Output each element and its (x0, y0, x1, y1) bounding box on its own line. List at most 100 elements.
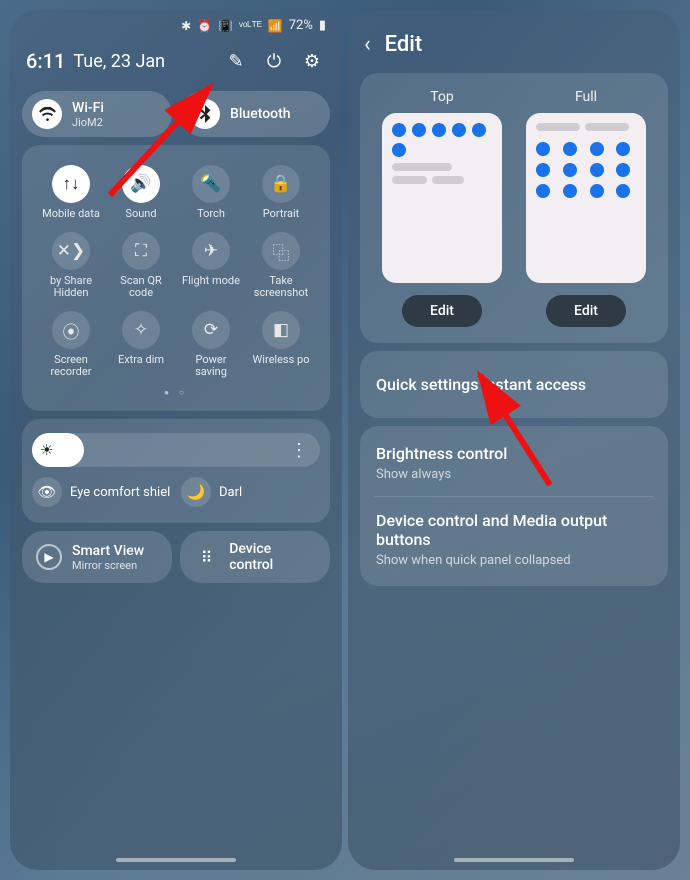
clock-date: Tue, 23 Jan (73, 51, 165, 72)
tile-label: Power saving (180, 354, 242, 378)
tile-mobile-data[interactable]: ↑↓ Mobile data (36, 161, 106, 224)
signal-icon: 📶 (268, 19, 283, 33)
extra-dim-icon: ✧ (122, 311, 160, 349)
wifi-pill[interactable]: Wi-Fi JioM2 (22, 91, 172, 137)
tile-label: Extra dim (118, 354, 164, 366)
status-bar: ✱ ⏰ 📳 ᵛᵒᴸᵀᴱ 📶 72% ▮ (10, 10, 342, 41)
device-control-title: Device control (229, 541, 316, 573)
alarm-icon: ⏰ (197, 19, 212, 33)
mobile-data-icon: ↑↓ (52, 165, 90, 203)
battery-text: 72% (289, 18, 313, 33)
dark-label: Darl (219, 485, 242, 500)
edit-icon[interactable]: ✎ (222, 47, 250, 75)
brightness-more-icon[interactable]: ⋮ (290, 440, 308, 461)
nav-bar[interactable] (454, 858, 574, 862)
tile-wireless-power[interactable]: ◧ Wireless po (246, 307, 316, 382)
tile-label: by ShareHidden (50, 275, 92, 299)
settings-icon[interactable]: ⚙ (298, 47, 326, 75)
wifi-title: Wi-Fi (72, 100, 104, 116)
edit-top-button[interactable]: Edit (402, 295, 482, 327)
smart-view-icon: ▶ (36, 544, 62, 570)
brightness-control-row[interactable]: Brightness control Show always (370, 430, 658, 496)
smart-view-button[interactable]: ▶ Smart View Mirror screen (22, 531, 172, 583)
brightness-icon: ☀︎ (40, 441, 53, 459)
qia-title: Quick settings instant access (376, 375, 652, 394)
scan-qr-icon: ⛶ (122, 232, 160, 270)
vibrate-icon: 📳 (218, 19, 233, 33)
bt-icon: ✱ (181, 19, 191, 33)
brightness-slider[interactable]: ☀︎ ⋮ (32, 433, 320, 467)
brightness-title: Brightness control (376, 444, 652, 463)
tile-portrait[interactable]: 🔒 Portrait (246, 161, 316, 224)
tile-label: Take screenshot (250, 275, 312, 299)
preview-top-column: Top Edit (382, 89, 502, 327)
tile-screen-recorder[interactable]: ⦿ Screen recorder (36, 307, 106, 382)
brightness-device-card: Brightness control Show always Device co… (360, 426, 668, 586)
tile-screenshot[interactable]: ⿻ Take screenshot (246, 228, 316, 303)
battery-icon: ▮ (319, 18, 326, 33)
device-media-title: Device control and Media output buttons (376, 511, 652, 549)
nav-bar[interactable] (116, 858, 236, 862)
page-indicator: ● ○ (32, 388, 320, 401)
tile-scan-qr[interactable]: ⛶ Scan QR code (106, 228, 176, 303)
wireless-power-icon: ◧ (262, 311, 300, 349)
qp-header: 6:11 Tue, 23 Jan ✎ ⏻ ⚙ (10, 41, 342, 85)
back-icon[interactable]: ‹ (364, 32, 371, 57)
moon-icon: 🌙 (181, 477, 211, 507)
edit-full-button[interactable]: Edit (546, 295, 626, 327)
eye-comfort-toggle[interactable]: 👁 Eye comfort shiel (32, 477, 171, 507)
phone-edit-settings: ‹ Edit Top Edit Full (348, 10, 680, 870)
device-control-icon: ⠿ (194, 544, 219, 570)
layout-preview-card: Top Edit Full Edit (360, 73, 668, 343)
preview-full-column: Full Edit (526, 89, 646, 327)
tile-label: Mobile data (42, 208, 100, 220)
tile-label: Flight mode (182, 275, 240, 287)
device-media-row[interactable]: Device control and Media output buttons … (370, 497, 658, 582)
dark-mode-toggle[interactable]: 🌙 Darl (181, 477, 320, 507)
tile-torch[interactable]: 🔦 Torch (176, 161, 246, 224)
tile-label: Sound (125, 208, 156, 220)
brightness-card: ☀︎ ⋮ 👁 Eye comfort shiel 🌙 Darl (22, 419, 330, 523)
clock-time: 6:11 (26, 49, 65, 73)
wifi-icon (32, 99, 62, 129)
flight-mode-icon: ✈ (192, 232, 230, 270)
screenshot-icon: ⿻ (262, 232, 300, 270)
device-media-sub: Show when quick panel collapsed (376, 553, 652, 568)
tile-power-saving[interactable]: ⟳ Power saving (176, 307, 246, 382)
power-icon[interactable]: ⏻ (260, 47, 288, 75)
bluetooth-title: Bluetooth (230, 106, 291, 122)
screen-recorder-icon: ⦿ (52, 311, 90, 349)
tile-extra-dim[interactable]: ✧ Extra dim (106, 307, 176, 382)
tile-label: Screen recorder (40, 354, 102, 378)
tile-flight-mode[interactable]: ✈ Flight mode (176, 228, 246, 303)
phone-quick-panel: ✱ ⏰ 📳 ᵛᵒᴸᵀᴱ 📶 72% ▮ 6:11 Tue, 23 Jan ✎ ⏻… (10, 10, 342, 870)
smart-view-title: Smart View (72, 543, 144, 559)
smart-view-sub: Mirror screen (72, 559, 144, 572)
tile-label: Portrait (263, 208, 300, 220)
page-title: Edit (385, 32, 423, 57)
tile-label: Torch (197, 208, 225, 220)
device-control-button[interactable]: ⠿ Device control (180, 531, 330, 583)
quick-settings-panel: ↑↓ Mobile data 🔊 Sound 🔦 Torch 🔒 Portrait ✕❯ by S… (22, 145, 330, 411)
quick-instant-access-row[interactable]: Quick settings instant access (360, 351, 668, 418)
power-saving-icon: ⟳ (192, 311, 230, 349)
portrait-icon: 🔒 (262, 165, 300, 203)
tile-sound[interactable]: 🔊 Sound (106, 161, 176, 224)
torch-icon: 🔦 (192, 165, 230, 203)
eye-label: Eye comfort shiel (70, 485, 170, 500)
bluetooth-icon (190, 99, 220, 129)
bluetooth-pill[interactable]: Bluetooth (180, 91, 330, 137)
sound-icon: 🔊 (122, 165, 160, 203)
tile-nearby-share[interactable]: ✕❯ by ShareHidden (36, 228, 106, 303)
brightness-sub: Show always (376, 467, 652, 482)
preview-full-card[interactable] (526, 113, 646, 283)
tile-label: Scan QR code (110, 275, 172, 299)
preview-top-label: Top (430, 89, 454, 105)
tile-label: Wireless po (253, 354, 310, 366)
eye-icon: 👁 (32, 477, 62, 507)
wifi-ssid: JioM2 (72, 116, 104, 129)
nearby-share-icon: ✕❯ (52, 232, 90, 270)
preview-top-card[interactable] (382, 113, 502, 283)
preview-full-label: Full (575, 89, 597, 105)
volte-icon: ᵛᵒᴸᵀᴱ (239, 19, 262, 33)
